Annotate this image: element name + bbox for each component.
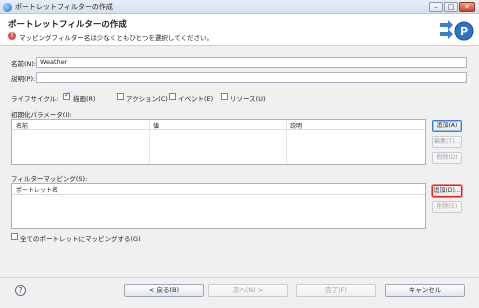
cancel-button[interactable]: キャンセル [385, 284, 465, 297]
window-title: ポートレットフィルターの作成 [15, 3, 113, 11]
lifecycle-resource-checkbox[interactable] [221, 93, 228, 100]
filter-mapping-header: ポートレット名 [12, 184, 425, 195]
name-input[interactable]: Weather [36, 57, 467, 68]
maximize-button[interactable]: □ [444, 2, 458, 12]
error-message: マッピングフィルター名は少なくともひとつを選択してください。 [19, 34, 214, 42]
column-header-value[interactable]: 値 [153, 121, 159, 130]
column-header-name[interactable]: 名前 [16, 121, 28, 130]
app-icon [3, 3, 12, 12]
description-label: 説明(P): [11, 75, 36, 83]
back-button[interactable]: < 戻る(B) [124, 284, 204, 297]
column-divider [149, 120, 150, 164]
filter-mapping-add-button[interactable]: 追加(D)... [432, 185, 462, 197]
lifecycle-render-checkbox[interactable] [63, 91, 70, 100]
close-button[interactable]: ✕ [459, 2, 475, 12]
filter-mapping-table[interactable]: ポートレット名 [11, 183, 426, 229]
minimize-button[interactable]: – [429, 2, 443, 12]
lifecycle-render-label: 描画(R) [73, 95, 96, 103]
init-params-remove-button[interactable]: 削除(D) [432, 152, 462, 164]
error-icon: ! [8, 32, 16, 40]
init-params-header: 名前 値 説明 [12, 120, 425, 130]
footer-divider [0, 277, 479, 278]
next-button[interactable]: 次へ(N) > [208, 284, 288, 297]
init-params-table[interactable]: 名前 値 説明 [11, 119, 426, 165]
lifecycle-resource-label: リソース(U) [230, 95, 266, 103]
init-params-add-button[interactable]: 追加(A) [432, 120, 462, 132]
lifecycle-action-label: アクション(C) [126, 95, 168, 103]
lifecycle-event-label: イベント(E) [178, 95, 214, 103]
page-title: ポートレットフィルターの作成 [8, 20, 127, 30]
map-all-portlets-label: 全てのポートレットにマッピングする(G) [20, 235, 141, 243]
column-divider [286, 120, 287, 164]
init-params-edit-button[interactable]: 編集(T)... [432, 136, 462, 148]
map-all-portlets-checkbox[interactable] [11, 233, 18, 240]
help-icon[interactable]: ? [15, 285, 26, 296]
logo-letter: P [460, 25, 468, 38]
lifecycle-event-checkbox[interactable] [169, 93, 176, 100]
init-params-label: 初期化パラメータ(I): [11, 111, 72, 119]
lifecycle-label: ライフサイクル: [11, 95, 59, 103]
column-header-description[interactable]: 説明 [290, 121, 302, 130]
name-label: 名前(N): [11, 60, 37, 68]
lifecycle-action-checkbox[interactable] [117, 93, 124, 100]
description-input[interactable] [36, 72, 467, 83]
name-value: Weather [40, 58, 68, 66]
filter-mapping-remove-button[interactable]: 削除(E) [432, 201, 462, 213]
finish-button[interactable]: 完了(F) [296, 284, 376, 297]
portlet-wizard-logo-icon: P [440, 20, 474, 41]
filter-mapping-label: フィルターマッピング(S): [11, 175, 88, 183]
column-header-portlet-name[interactable]: ポートレット名 [16, 185, 58, 194]
